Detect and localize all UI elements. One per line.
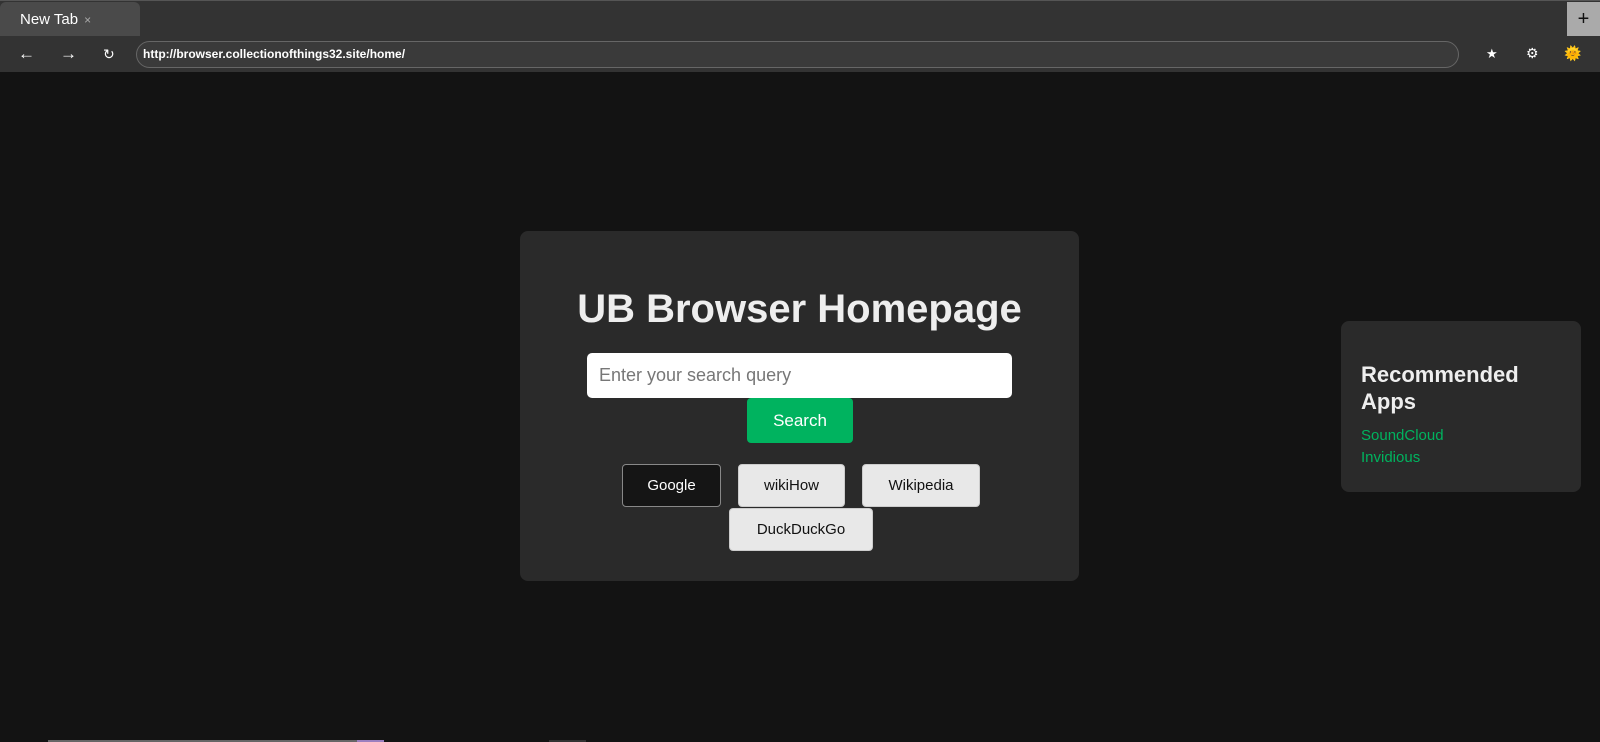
theme-sun-icon[interactable]: 🌞 xyxy=(1564,45,1581,62)
app-link-invidious[interactable]: Invidious xyxy=(1361,447,1561,469)
homepage-card: UB Browser Homepage Search Google wikiHo… xyxy=(520,231,1079,581)
app-link-soundcloud[interactable]: SoundCloud xyxy=(1361,425,1561,447)
recommended-apps-title: Recommended Apps xyxy=(1361,362,1519,414)
settings-gear-icon[interactable]: ⚙ xyxy=(1526,45,1539,62)
address-bar[interactable]: http://browser.collectionofthings32.site… xyxy=(136,41,1459,68)
recommended-apps-panel: Recommended Apps SoundCloud Invidious xyxy=(1341,321,1581,492)
engine-wikipedia-button[interactable]: Wikipedia xyxy=(862,464,980,507)
new-tab-button[interactable]: + xyxy=(1567,2,1600,37)
search-input[interactable] xyxy=(587,353,1012,398)
nav-bar: ← → ↻ http://browser.collectionofthings3… xyxy=(0,36,1600,72)
tab-title: New Tab xyxy=(20,11,79,28)
tab-bar: New Tab × + xyxy=(0,0,1600,37)
bookmark-star-icon[interactable]: ★ xyxy=(1486,46,1498,62)
close-tab-icon[interactable]: × xyxy=(84,13,91,27)
reload-icon[interactable]: ↻ xyxy=(103,46,115,63)
engine-duckduckgo-button[interactable]: DuckDuckGo xyxy=(729,508,873,551)
forward-arrow-icon[interactable]: → xyxy=(60,44,77,64)
engine-wikihow-button[interactable]: wikiHow xyxy=(738,464,845,507)
engine-google-button[interactable]: Google xyxy=(622,464,721,507)
back-arrow-icon[interactable]: ← xyxy=(18,44,35,64)
tab-new-tab[interactable]: New Tab × xyxy=(0,2,140,37)
search-button[interactable]: Search xyxy=(747,398,853,443)
page-title: UB Browser Homepage xyxy=(577,287,1022,331)
